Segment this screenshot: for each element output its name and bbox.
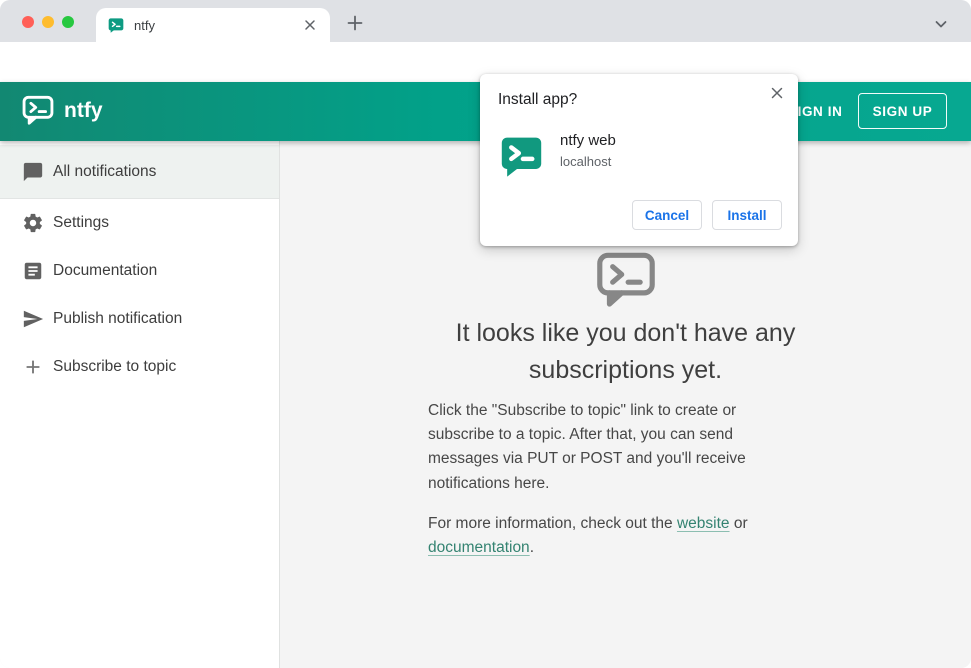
install-app-dialog: Install app? ntfy web localhost Cancel I… [480,74,798,246]
sidebar-item-settings[interactable]: Settings [0,199,279,247]
plus-icon [21,355,45,379]
new-tab-button[interactable] [344,12,366,34]
tab-close-icon[interactable] [302,17,318,33]
browser-tab[interactable]: ntfy [96,8,330,42]
sidebar-item-label: Documentation [53,262,158,279]
sidebar-item-publish-notification[interactable]: Publish notification [0,295,279,343]
website-link[interactable]: website [677,515,730,532]
window-controls [22,16,74,28]
sidebar-item-documentation[interactable]: Documentation [0,247,279,295]
empty-state-text: Click the "Subscribe to topic" link to c… [428,399,780,560]
sidebar-item-label: Publish notification [53,310,183,327]
sign-up-button[interactable]: SIGN UP [858,93,947,129]
gear-icon [21,211,45,235]
tab-strip: ntfy [0,0,971,42]
browser-window: ntfy localhost [0,0,971,668]
sidebar-item-all-notifications[interactable]: All notifications [0,145,279,199]
empty-state-paragraph-1: Click the "Subscribe to topic" link to c… [428,402,746,492]
empty-state-paragraph-2: For more information, check out the webs… [428,514,748,557]
dialog-actions: Cancel Install [632,200,782,230]
dialog-app-name: ntfy web [560,132,616,149]
close-window-button[interactable] [22,16,34,28]
sidebar-item-label: Subscribe to topic [53,358,177,375]
install-button[interactable]: Install [712,200,782,230]
ntfy-favicon-icon [108,17,124,33]
sidebar-item-label: Settings [53,214,110,231]
dialog-app-origin: localhost [560,154,612,169]
documentation-link[interactable]: documentation [428,539,530,556]
empty-state-heading: It looks like you don't have any subscri… [455,319,796,384]
sidebar-item-label: All notifications [53,162,157,180]
brand-name: ntfy [64,99,103,122]
zoom-window-button[interactable] [62,16,74,28]
chat-bubble-icon [21,160,45,184]
article-icon [21,259,45,283]
ntfy-logo-icon [22,95,54,126]
cancel-button[interactable]: Cancel [632,200,702,230]
dialog-title: Install app? [498,91,578,108]
sidebar-nav: All notifications Settings Documentation… [0,141,280,668]
ntfy-app-icon [500,134,543,177]
sidebar-item-subscribe-to-topic[interactable]: Subscribe to topic [0,343,279,391]
tab-search-chevron-icon[interactable] [931,14,951,34]
dialog-close-icon[interactable] [768,84,786,102]
tab-title: ntfy [134,17,155,33]
minimize-window-button[interactable] [42,16,54,28]
send-icon [21,307,45,331]
ntfy-outline-icon [280,251,971,309]
